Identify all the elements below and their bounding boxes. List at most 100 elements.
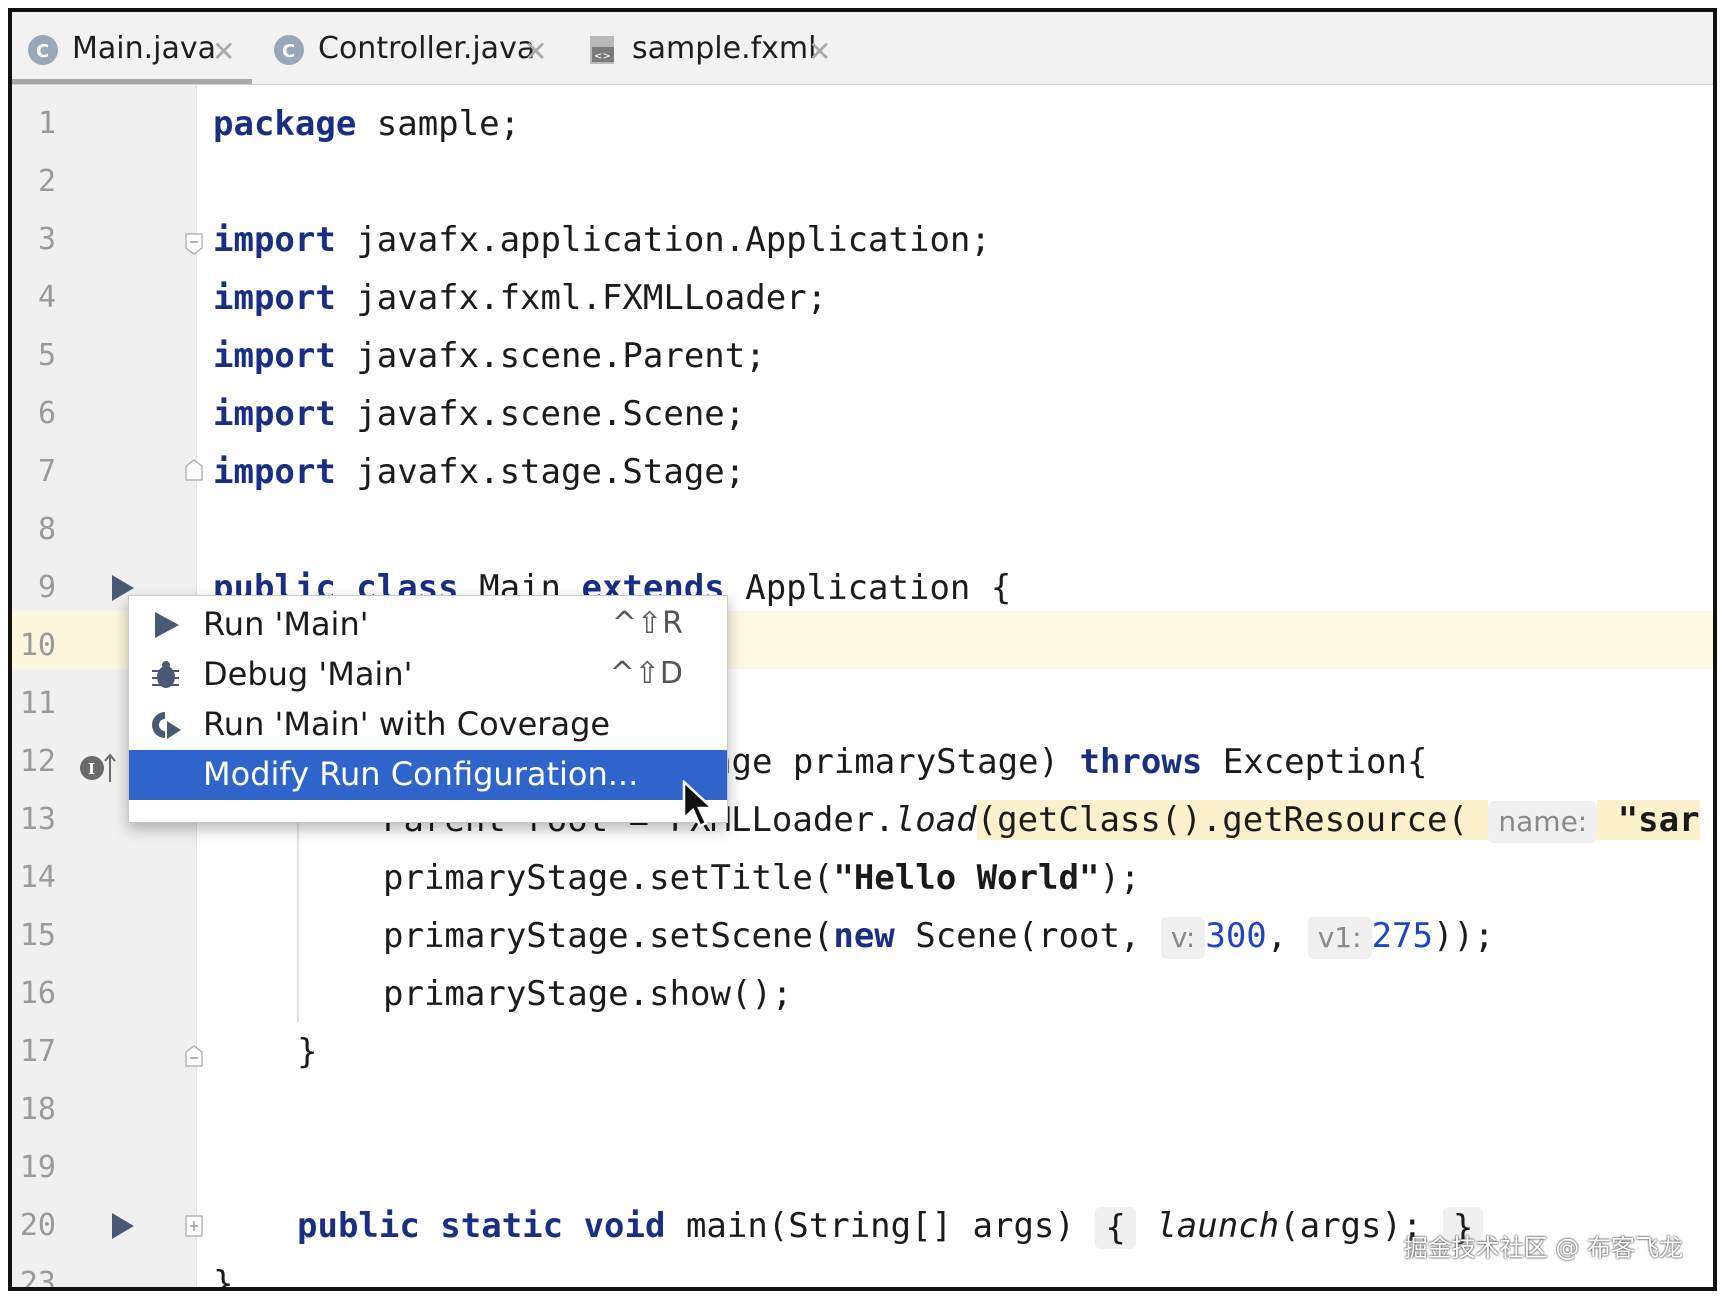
string-literal: "sar xyxy=(1597,800,1700,840)
menu-item-label: Debug 'Main' xyxy=(203,655,413,693)
close-icon[interactable]: ✕ xyxy=(212,35,235,68)
code-line: package sample; xyxy=(213,95,520,153)
keyword: package xyxy=(213,104,357,144)
code-line: primaryStage.show(); xyxy=(383,965,792,1023)
tab-label: sample.fxml xyxy=(632,31,817,66)
line-number: 23 xyxy=(19,1266,56,1291)
run-icon xyxy=(155,612,179,638)
line-number: 3 xyxy=(37,222,56,257)
fold-end-icon[interactable] xyxy=(184,1044,204,1068)
code-text: ); xyxy=(1099,858,1141,898)
java-class-icon: C xyxy=(28,35,58,65)
close-icon[interactable]: ✕ xyxy=(808,35,831,68)
code-text: javafx.fxml.FXMLLoader; xyxy=(335,278,828,318)
method-italic: load xyxy=(894,800,977,840)
line-number: 20 xyxy=(19,1208,56,1243)
code-text: age primaryStage) xyxy=(711,742,1080,782)
code-line: import javafx.application.Application; xyxy=(213,211,991,269)
keyword: import xyxy=(213,220,336,260)
menu-item-run[interactable]: Run 'Main' ^⇧R xyxy=(129,600,727,650)
line-number: 19 xyxy=(19,1150,56,1185)
tab-label: Controller.java xyxy=(318,31,536,66)
java-class-icon: C xyxy=(274,35,304,65)
menu-item-run-with-coverage[interactable]: Run 'Main' with Coverage xyxy=(129,700,727,750)
code-text: javafx.stage.Stage; xyxy=(335,452,746,492)
line-number: 16 xyxy=(19,976,56,1011)
line-number: 2 xyxy=(37,164,56,199)
menu-item-shortcut: ^⇧D xyxy=(609,656,683,691)
keyword: new xyxy=(833,916,895,956)
coverage-icon xyxy=(152,712,181,739)
code-line: } xyxy=(213,1255,234,1291)
tab-controller-java[interactable]: C Controller.java ✕ xyxy=(258,12,558,84)
ide-editor-window: C Main.java ✕ C Controller.java ✕ <> sam… xyxy=(8,8,1717,1291)
tab-sample-fxml[interactable]: <> sample.fxml ✕ xyxy=(572,12,842,84)
parameter-hint: v: xyxy=(1160,916,1206,959)
code-text: )); xyxy=(1432,916,1495,956)
override-method-icon[interactable]: I xyxy=(78,750,118,786)
keyword: import xyxy=(213,452,336,492)
line-number: 9 xyxy=(37,570,56,605)
code-line: import javafx.stage.Stage; xyxy=(213,443,745,501)
code-text: } xyxy=(213,1264,234,1291)
code-text: Exception{ xyxy=(1202,742,1428,782)
code-line: import javafx.scene.Parent; xyxy=(213,327,766,385)
parameter-hint: name: xyxy=(1488,800,1598,843)
fold-collapse-icon[interactable] xyxy=(184,232,204,256)
code-text: primaryStage.show(); xyxy=(383,974,793,1014)
watermark: 掘金技术社区 @ 布客飞龙 xyxy=(1403,1234,1683,1262)
code-text: Scene(root, xyxy=(894,916,1161,956)
code-line: import javafx.fxml.FXMLLoader; xyxy=(213,269,827,327)
line-number: 17 xyxy=(19,1034,56,1069)
line-number: 8 xyxy=(37,512,56,547)
editor-tab-bar: C Main.java ✕ C Controller.java ✕ <> sam… xyxy=(12,12,1713,85)
line-number: 14 xyxy=(19,860,56,895)
keyword: import xyxy=(213,336,336,376)
tab-label: Main.java xyxy=(72,31,217,66)
line-number: 15 xyxy=(19,918,56,953)
menu-item-label: Run 'Main' with Coverage xyxy=(203,705,611,743)
number-literal: 275 xyxy=(1371,916,1433,956)
line-number: 18 xyxy=(19,1092,56,1127)
active-tab-indicator xyxy=(12,79,252,84)
code-line: public static void main(String[] args) {… xyxy=(297,1197,1484,1255)
line-number: 11 xyxy=(19,686,56,721)
tab-main-java[interactable]: C Main.java ✕ xyxy=(12,12,252,84)
code-line: age primaryStage) throws Exception{ xyxy=(711,733,1427,791)
line-number: 4 xyxy=(37,280,56,315)
line-number: 12 xyxy=(19,744,56,779)
code-text: , xyxy=(1266,916,1308,956)
menu-item-debug[interactable]: Debug 'Main' ^⇧D xyxy=(129,650,727,700)
fold-end-icon[interactable] xyxy=(184,458,204,482)
line-number: 5 xyxy=(37,338,56,373)
run-gutter-icon[interactable] xyxy=(108,1211,138,1241)
code-text: Application { xyxy=(724,568,1012,608)
code-text: primaryStage.setScene( xyxy=(383,916,834,956)
mouse-pointer-icon xyxy=(682,780,716,828)
code-text: (getClass().getResource( xyxy=(976,800,1489,840)
line-number: 13 xyxy=(19,802,56,837)
close-icon[interactable]: ✕ xyxy=(524,35,547,68)
method-italic: launch xyxy=(1135,1206,1280,1246)
code-line: } xyxy=(297,1023,317,1081)
svg-text:C: C xyxy=(36,41,49,62)
keyword: throws xyxy=(1079,742,1203,782)
fxml-file-icon: <> xyxy=(590,36,614,64)
parameter-hint: v1: xyxy=(1307,916,1372,959)
run-context-menu: Run 'Main' ^⇧R Debug 'Main' ^⇧D Run 'Mai… xyxy=(128,595,728,823)
line-number: 7 xyxy=(37,454,56,489)
code-text: primaryStage.setTitle( xyxy=(383,858,834,898)
code-line: primaryStage.setScene(new Scene(root, v:… xyxy=(383,907,1494,965)
code-text: javafx.scene.Parent; xyxy=(335,336,766,376)
menu-item-label: Modify Run Configuration... xyxy=(203,755,639,793)
svg-text:C: C xyxy=(282,41,295,62)
string-literal: "Hello World" xyxy=(833,858,1100,898)
code-text: javafx.application.Application; xyxy=(335,220,991,260)
code-line: primaryStage.setTitle("Hello World"); xyxy=(383,849,1140,907)
svg-text:I: I xyxy=(88,760,95,778)
fold-expand-icon[interactable] xyxy=(184,1214,204,1238)
menu-item-modify-run-configuration[interactable]: Modify Run Configuration... xyxy=(129,750,727,800)
line-number: 6 xyxy=(37,396,56,431)
folded-brace[interactable]: { xyxy=(1095,1206,1136,1249)
menu-item-label: Run 'Main' xyxy=(203,605,369,643)
